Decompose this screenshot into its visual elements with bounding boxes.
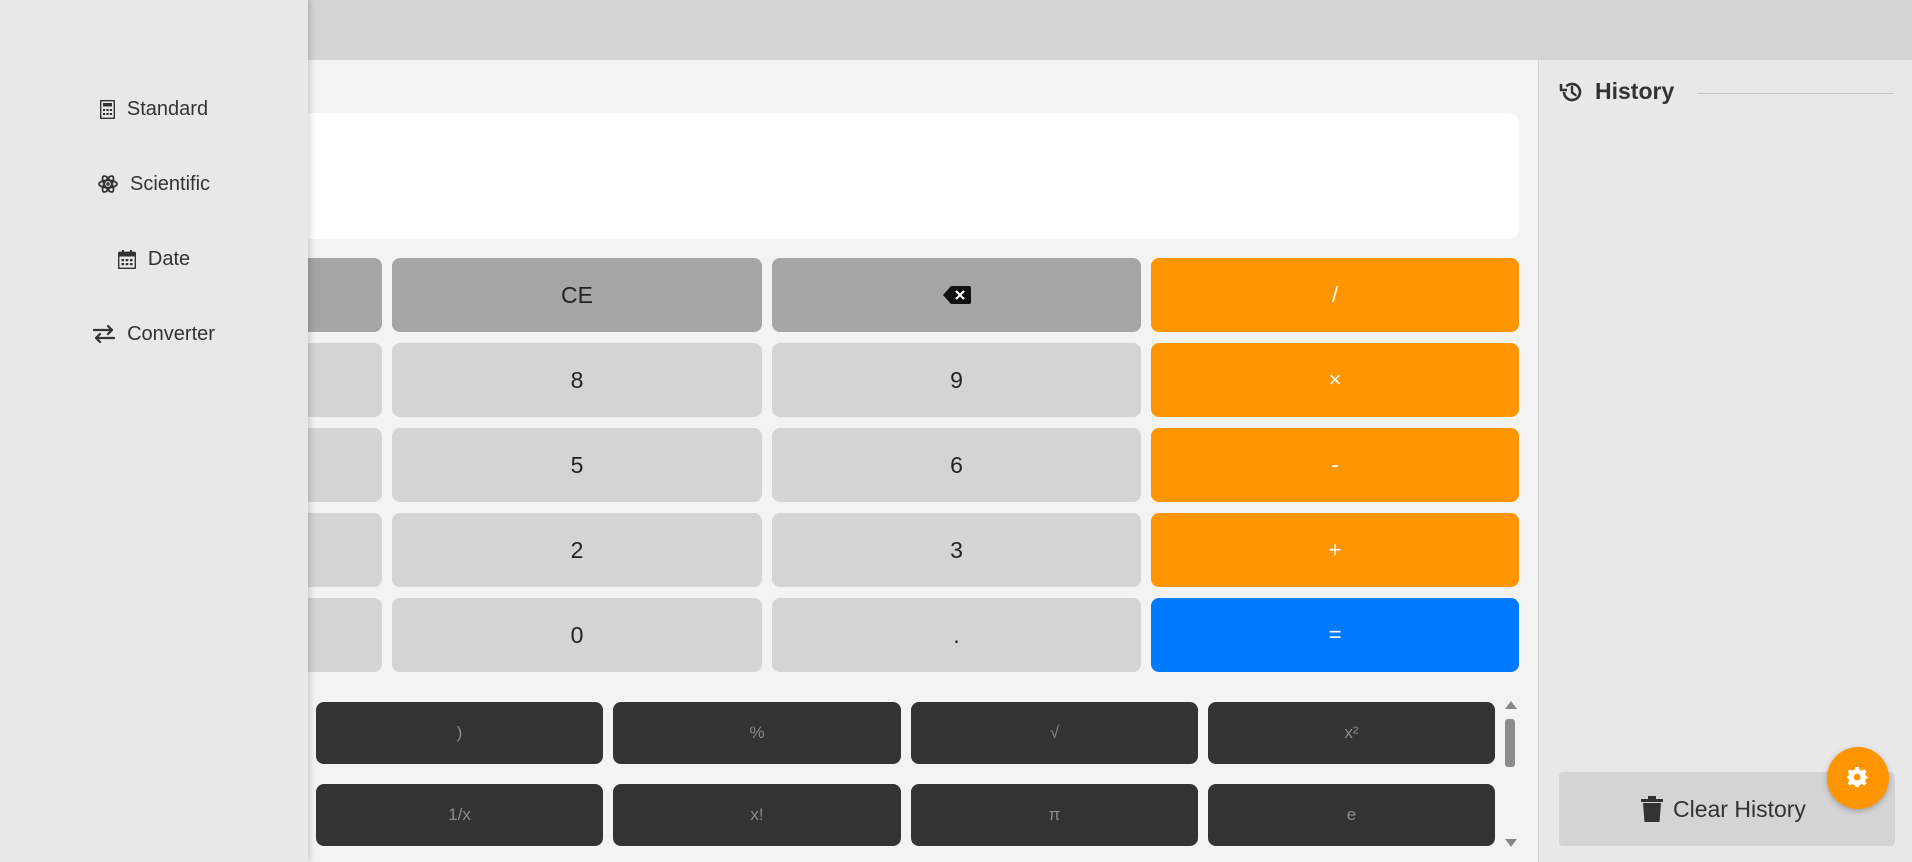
history-divider [1697,93,1893,94]
calculator-display [280,113,1519,239]
settings-fab[interactable] [1827,747,1889,809]
backspace-icon [942,286,971,304]
reciprocal-button[interactable]: 1/x [316,784,603,846]
scientific-scrollbar[interactable] [1502,697,1518,847]
scroll-down-arrow-icon[interactable] [1505,839,1517,847]
navigation-sidebar: Standard Scientific Date Converter [0,0,308,862]
pi-button[interactable]: π [911,784,1198,846]
history-title: History [1595,78,1675,104]
scroll-up-arrow-icon[interactable] [1505,701,1517,709]
calculator-icon [99,99,115,119]
clear-history-label: Clear History [1673,795,1806,822]
square-button[interactable]: x² [1208,702,1495,764]
sidebar-item-scientific[interactable]: Scientific [0,162,308,206]
history-header: History [1559,78,1674,105]
hidden-number-button[interactable] [300,513,382,587]
euler-button[interactable]: e [1208,784,1495,846]
sidebar-item-label: Standard [126,97,209,120]
percent-button[interactable]: % [613,702,901,764]
scroll-thumb[interactable] [1505,719,1515,767]
exchange-icon [93,325,116,343]
hidden-number-button[interactable] [300,598,382,672]
multiply-button[interactable]: × [1151,343,1519,417]
hidden-func-button[interactable] [300,258,382,332]
plus-button[interactable]: + [1151,513,1519,587]
sidebar-item-date[interactable]: Date [0,237,308,281]
equals-button[interactable]: = [1151,598,1519,672]
digit-9-button[interactable]: 9 [772,343,1141,417]
digit-6-button[interactable]: 6 [772,428,1141,502]
history-icon [1559,79,1585,105]
digit-8-button[interactable]: 8 [392,343,762,417]
digit-5-button[interactable]: 5 [392,428,762,502]
digit-0-button[interactable]: 0 [392,598,762,672]
digit-2-button[interactable]: 2 [392,513,762,587]
trash-icon [1641,796,1663,822]
sidebar-item-standard[interactable]: Standard [0,87,308,131]
sidebar-item-converter[interactable]: Converter [0,312,308,356]
sidebar-item-label: Converter [127,322,215,345]
factorial-button[interactable]: x! [613,784,901,846]
hidden-number-button[interactable] [300,428,382,502]
decimal-button[interactable]: . [772,598,1141,672]
history-panel: History Clear History [1538,60,1912,862]
calendar-icon [117,249,136,269]
hidden-number-button[interactable] [300,343,382,417]
close-paren-button[interactable]: ) [316,702,603,764]
sqrt-button[interactable]: √ [911,702,1198,764]
sidebar-item-label: Date [147,247,191,270]
clear-entry-button[interactable]: CE [392,258,762,332]
minus-button[interactable]: - [1151,428,1519,502]
sidebar-item-label: Scientific [129,172,211,195]
digit-3-button[interactable]: 3 [772,513,1141,587]
divide-button[interactable]: / [1151,258,1519,332]
gear-icon [1847,767,1869,789]
backspace-button[interactable] [772,258,1141,332]
atom-icon [98,174,118,194]
